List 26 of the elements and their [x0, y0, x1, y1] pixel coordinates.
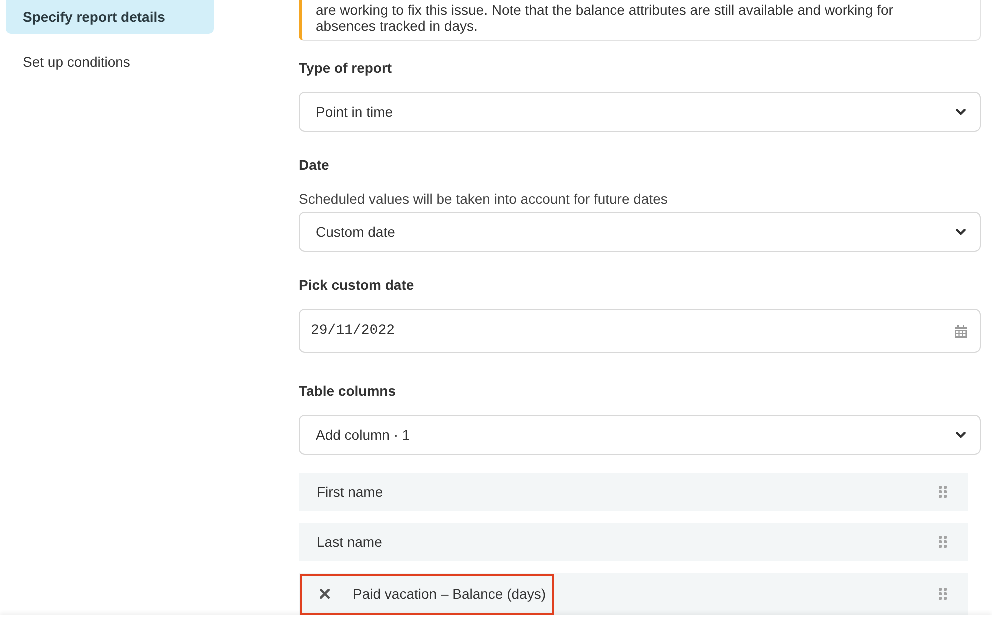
remove-icon[interactable] — [320, 589, 330, 599]
dropdown-select[interactable]: Add column · 1 — [299, 415, 981, 455]
sidebar-item[interactable]: Set up conditions — [6, 45, 214, 79]
field-label: Type of report — [299, 59, 394, 77]
column-label: Last name — [317, 533, 382, 551]
sidebar-item[interactable]: Specify report details — [6, 0, 214, 34]
chevron-down-icon — [956, 432, 966, 438]
drag-handle-icon[interactable] — [939, 536, 947, 548]
column-label: First name — [317, 483, 384, 501]
chevron-down-icon — [956, 108, 966, 116]
chevron-down-icon — [956, 228, 966, 236]
drag-handle-icon[interactable] — [939, 588, 947, 600]
column-item[interactable]: Last name — [299, 523, 968, 561]
field-label: Table columns — [299, 382, 397, 400]
column-item[interactable]: First name — [299, 473, 968, 511]
dropdown-select[interactable]: Custom date — [299, 212, 981, 252]
column-label: Paid vacation – Balance (days) — [353, 585, 546, 603]
dropdown-select[interactable]: Point in time — [299, 92, 981, 132]
field-hint: Scheduled values will be taken into account for future dates — [299, 190, 669, 208]
column-item[interactable]: Paid vacation – Balance (days) — [299, 573, 968, 615]
field-label: Pick custom date — [299, 276, 416, 294]
date-field[interactable]: 29/11/2022 — [299, 309, 981, 353]
field-label: Date — [299, 156, 330, 174]
calendar-icon[interactable] — [955, 324, 967, 338]
drag-handle-icon[interactable] — [939, 486, 947, 498]
notice-text: are working to fix this issue. Note that the balance attributes are still available and working for absences tracked in days. — [316, 2, 894, 34]
